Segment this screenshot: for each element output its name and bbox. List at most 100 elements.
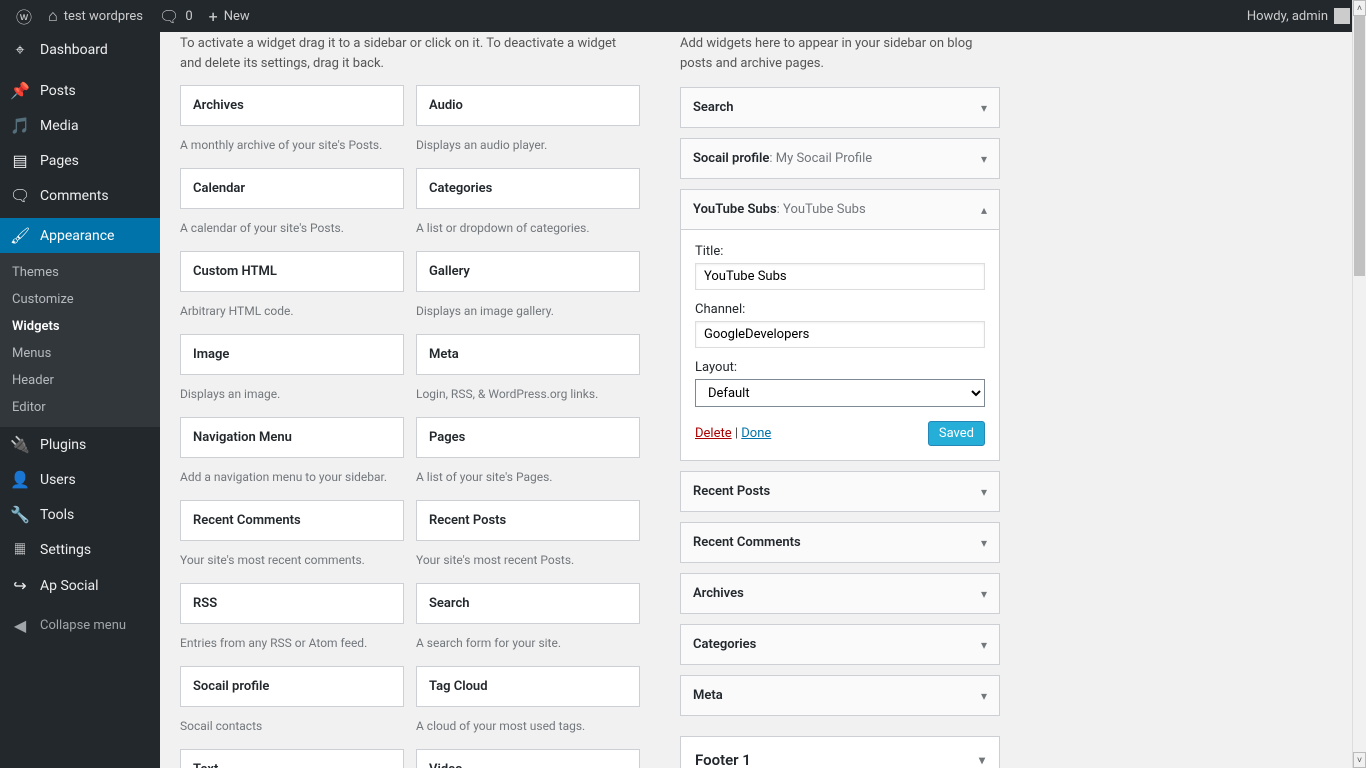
available-widget-desc: A list of your site's Pages. — [416, 458, 640, 500]
available-widget-desc: A search form for your site. — [416, 624, 640, 666]
widget-title: YouTube Subs — [693, 202, 777, 217]
widget-header[interactable]: Archives▾ — [681, 574, 999, 613]
available-widget[interactable]: Audio — [416, 85, 640, 126]
sidebar-widget: Archives▾ — [680, 573, 1000, 614]
available-widget-desc: A list or dropdown of categories. — [416, 209, 640, 251]
available-widget[interactable]: Gallery — [416, 251, 640, 292]
chevron-down-icon: ▾ — [981, 101, 987, 115]
submenu-header[interactable]: Header — [0, 367, 160, 394]
widget-header[interactable]: Search▾ — [681, 88, 999, 127]
available-widget[interactable]: Search — [416, 583, 640, 624]
available-widget[interactable]: Custom HTML — [180, 251, 404, 292]
widget-header[interactable]: YouTube Subs: YouTube Subs ▴ — [681, 190, 999, 229]
available-widget[interactable]: Archives — [180, 85, 404, 126]
available-widget[interactable]: Socail profile — [180, 666, 404, 707]
delete-link[interactable]: Delete — [695, 426, 732, 441]
available-widget[interactable]: Recent Comments — [180, 500, 404, 541]
menu-pages[interactable]: ▤Pages — [0, 143, 160, 178]
available-widget[interactable]: RSS — [180, 583, 404, 624]
available-widget[interactable]: Pages — [416, 417, 640, 458]
menu-plugins[interactable]: 🔌Plugins — [0, 427, 160, 462]
scroll-down-button[interactable]: ˅ — [1353, 752, 1366, 768]
available-widget[interactable]: Navigation Menu — [180, 417, 404, 458]
menu-appearance[interactable]: 🖌Appearance — [0, 218, 160, 253]
widget-header[interactable]: Recent Posts▾ — [681, 472, 999, 511]
menu-media[interactable]: 🎵Media — [0, 108, 160, 143]
layout-select[interactable]: Default — [695, 379, 985, 407]
scroll-thumb[interactable] — [1354, 16, 1365, 276]
submenu-themes[interactable]: Themes — [0, 259, 160, 286]
collapse-menu[interactable]: ◀Collapse menu — [0, 608, 160, 643]
channel-input[interactable] — [695, 321, 985, 348]
intro-text: To activate a widget drag it to a sideba… — [180, 34, 640, 73]
sidebar-widget: Meta ▾ — [680, 675, 1000, 716]
media-icon: 🎵 — [10, 116, 30, 135]
widget-header[interactable]: Recent Comments▾ — [681, 523, 999, 562]
widget-youtube-subs: YouTube Subs: YouTube Subs ▴ Title: Chan… — [680, 189, 1000, 461]
account-link[interactable]: Howdy, admin — [1239, 0, 1358, 32]
widget-title: Socail profile — [693, 151, 769, 166]
chevron-down-icon: ▾ — [981, 689, 987, 703]
comment-icon: 🗨 — [159, 7, 179, 26]
available-widget-desc: Your site's most recent Posts. — [416, 541, 640, 583]
admin-toolbar: ⓦ ⌂test wordpres 🗨0 +New Howdy, admin — [0, 0, 1366, 32]
widget-header[interactable]: Categories▾ — [681, 625, 999, 664]
submenu-widgets[interactable]: Widgets — [0, 313, 160, 340]
available-widget-desc: Displays an image. — [180, 375, 404, 417]
available-widget[interactable]: Categories — [416, 168, 640, 209]
available-widget-desc: Displays an image gallery. — [416, 292, 640, 334]
layout-label: Layout: — [695, 360, 985, 375]
home-icon: ⌂ — [48, 6, 58, 26]
menu-settings[interactable]: 𝄜Settings — [0, 532, 160, 568]
widget-header[interactable]: Socail profile: My Socail Profile▾ — [681, 139, 999, 178]
footer-area-title: Footer 1 — [695, 751, 751, 768]
chevron-up-icon: ▴ — [981, 203, 987, 217]
submenu-menus[interactable]: Menus — [0, 340, 160, 367]
widget-title: Recent Posts — [693, 484, 770, 499]
widget-title: Archives — [693, 586, 744, 601]
scrollbar[interactable]: ˄ ˅ — [1352, 0, 1366, 768]
available-widget[interactable]: Text — [180, 749, 404, 768]
footer-area-header[interactable]: Footer 1 ▾ — [681, 737, 999, 768]
available-widget-desc: Arbitrary HTML code. — [180, 292, 404, 334]
user-icon: 👤 — [10, 470, 30, 489]
menu-users[interactable]: 👤Users — [0, 462, 160, 497]
done-link[interactable]: Done — [741, 426, 771, 441]
comments-link[interactable]: 🗨0 — [151, 0, 201, 32]
submenu-editor[interactable]: Editor — [0, 394, 160, 421]
comment-icon: 🗨 — [10, 186, 30, 205]
available-widget[interactable]: Tag Cloud — [416, 666, 640, 707]
widget-header[interactable]: Meta ▾ — [681, 676, 999, 715]
sidebar-widget: Search▾ — [680, 87, 1000, 128]
available-widget-desc: Add a navigation menu to your sidebar. — [180, 458, 404, 500]
available-widget-desc: A calendar of your site's Posts. — [180, 209, 404, 251]
chevron-down-icon: ▾ — [981, 536, 987, 550]
submenu-customize[interactable]: Customize — [0, 286, 160, 313]
widget-title: Meta — [693, 688, 723, 703]
available-widget[interactable]: Calendar — [180, 168, 404, 209]
available-widget[interactable]: Meta — [416, 334, 640, 375]
menu-posts[interactable]: 📌Posts — [0, 73, 160, 108]
site-link[interactable]: ⌂test wordpres — [40, 0, 151, 32]
channel-label: Channel: — [695, 302, 985, 317]
menu-comments[interactable]: 🗨Comments — [0, 178, 160, 213]
saved-button[interactable]: Saved — [928, 421, 985, 446]
scroll-up-button[interactable]: ˄ — [1353, 0, 1366, 16]
sidebar-description: Add widgets here to appear in your sideb… — [680, 34, 1000, 73]
pin-icon: 📌 — [10, 81, 30, 100]
available-widget[interactable]: Recent Posts — [416, 500, 640, 541]
new-link[interactable]: +New — [201, 0, 258, 32]
menu-dashboard[interactable]: ⌖Dashboard — [0, 32, 160, 68]
available-widget[interactable]: Image — [180, 334, 404, 375]
wordpress-icon: ⓦ — [16, 4, 32, 28]
chevron-down-icon: ▾ — [979, 753, 985, 767]
menu-tools[interactable]: 🔧Tools — [0, 497, 160, 532]
howdy-text: Howdy, admin — [1247, 9, 1328, 24]
sidebar-widget: Categories▾ — [680, 624, 1000, 665]
available-widget[interactable]: Video — [416, 749, 640, 768]
menu-ap-social[interactable]: ↪Ap Social — [0, 568, 160, 603]
wp-logo[interactable]: ⓦ — [8, 0, 40, 32]
scroll-track[interactable] — [1353, 16, 1366, 752]
title-input[interactable] — [695, 263, 985, 290]
new-label: New — [224, 9, 250, 24]
